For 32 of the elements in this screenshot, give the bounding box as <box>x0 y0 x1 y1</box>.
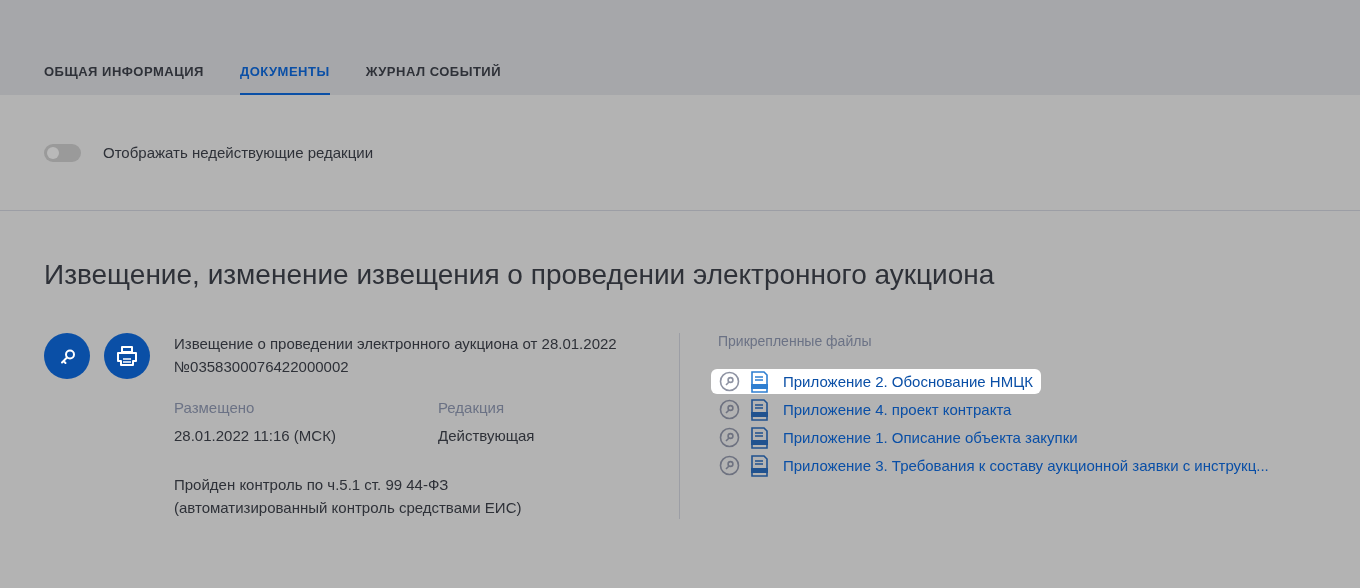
field-label: Размещено <box>174 398 256 418</box>
signature-icon[interactable] <box>719 455 740 476</box>
tab[interactable]: ЖУРНАЛ СОБЫТИЙ <box>365 64 502 95</box>
file-row[interactable]: Приложение 4. проект контракта <box>711 397 1020 422</box>
toggle-label: Отображать недействующие редакции <box>103 144 373 161</box>
files-title: Прикрепленные файлы <box>718 333 873 349</box>
signature-icon[interactable] <box>719 427 740 448</box>
print-button[interactable] <box>104 333 150 379</box>
document-icon <box>750 426 769 449</box>
signature-icon[interactable] <box>719 371 740 392</box>
field-label: Редакция <box>438 398 506 418</box>
tab[interactable]: ДОКУМЕНТЫ <box>239 64 330 95</box>
file-link[interactable]: Приложение 3. Требования к составу аукционной заявки с инструкц... <box>783 457 1269 474</box>
file-link[interactable]: Приложение 2. Обоснование НМЦК <box>783 373 1034 390</box>
file-link[interactable]: Приложение 4. проект контракта <box>783 401 1012 418</box>
document-icon <box>750 454 769 477</box>
section-title: Извещение, изменение извещения о проведении электронного аукциона <box>44 259 996 291</box>
printer-icon <box>115 344 139 368</box>
file-row[interactable]: Приложение 2. Обоснование НМЦК <box>711 369 1042 394</box>
document-title: Извещение о проведении электронного аукциона от 28.01.2022 №0358300076422000002 <box>174 334 618 377</box>
document-icon <box>750 370 769 393</box>
field-value: Действующая <box>438 426 536 446</box>
file-row[interactable]: Приложение 3. Требования к составу аукционной заявки с инструкц... <box>711 453 1277 478</box>
toggle-switch[interactable] <box>44 143 81 162</box>
file-row[interactable]: Приложение 1. Описание объекта закупки <box>711 425 1086 450</box>
tab[interactable]: ОБЩАЯ ИНФОРМАЦИЯ <box>44 64 204 95</box>
document-icon <box>750 398 769 421</box>
control-note: Пройден контроль по ч.5.1 ст. 99 44-ФЗ (автоматизированный контроль средствами ЕИС) <box>174 475 523 518</box>
file-link[interactable]: Приложение 1. Описание объекта закупки <box>783 429 1078 446</box>
signature-icon[interactable] <box>719 399 740 420</box>
signature-button[interactable] <box>44 333 90 379</box>
field-value: 28.01.2022 11:16 (МСК) <box>174 426 337 446</box>
